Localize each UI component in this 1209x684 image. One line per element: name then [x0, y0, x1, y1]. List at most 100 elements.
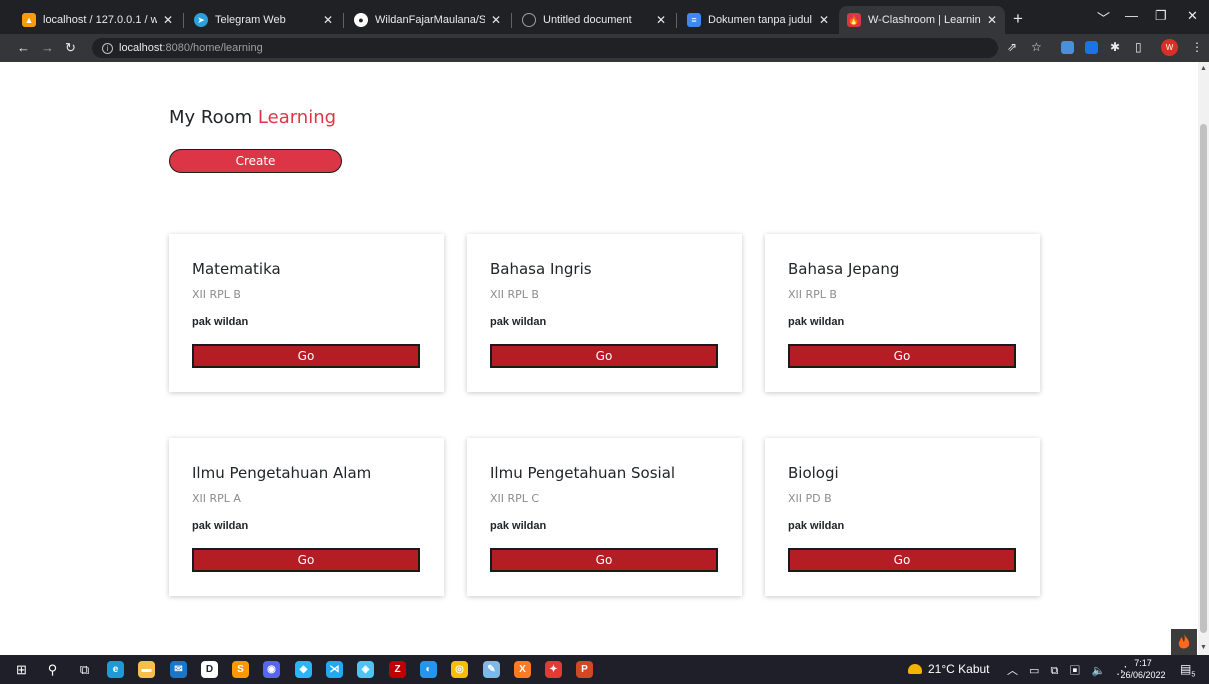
chrome-icon[interactable]: ◎	[451, 661, 468, 678]
taskbar-clock[interactable]: 7:17 26/06/2022	[1118, 657, 1168, 681]
class-teacher: pak wildan	[192, 316, 249, 328]
class-name: XII RPL B	[490, 288, 539, 301]
create-button[interactable]: Create	[169, 149, 342, 173]
weather-text: 21°C Kabut	[928, 662, 990, 676]
class-subject: Biologi	[788, 464, 839, 482]
go-button[interactable]: Go	[192, 344, 420, 368]
extension-docs-icon[interactable]	[1085, 41, 1098, 54]
tab-phpmyadmin[interactable]: ▲ localhost / 127.0.0.1 / w-cla ✕	[14, 6, 181, 34]
class-subject: Ilmu Pengetahuan Alam	[192, 464, 372, 482]
fire-logo-button[interactable]	[1171, 629, 1197, 655]
github-icon: ●	[354, 13, 368, 27]
docker-icon[interactable]: ◐	[420, 661, 437, 678]
page-title-accent: Learning	[257, 107, 337, 128]
site-info-icon[interactable]: i	[102, 42, 113, 54]
class-subject: Bahasa Ingris	[490, 260, 592, 278]
class-card-bahasa-jepang: Bahasa Jepang XII RPL B pak wildan Go	[765, 234, 1040, 392]
minimize-icon[interactable]: —	[1125, 8, 1138, 23]
close-icon[interactable]: ✕	[163, 13, 173, 27]
back-icon[interactable]: ←	[17, 40, 30, 56]
weather-cloud-sun-icon	[908, 664, 922, 674]
search-icon[interactable]: ⚲	[44, 661, 61, 678]
windows-taskbar: ⊞ ⚲ ⧉ e ▬ ✉ D S ◉ ◆ ⋊ ◈ Z ◐ ◎ ✎ X ✦ P 21°C Kabut ︿ ▭ ⧉ ▣ 🔈…	[0, 655, 1209, 684]
phpmyadmin-icon: ▲	[22, 13, 36, 27]
powerpoint-icon[interactable]: P	[576, 661, 593, 678]
class-teacher: pak wildan	[490, 520, 547, 532]
browser-toolbar: ← → ↻ i localhost:8080/home/learning ⇗ ☆…	[0, 34, 1209, 62]
tab-search-icon[interactable]: ﹀	[1097, 8, 1110, 27]
bookmark-star-icon[interactable]: ☆	[1031, 40, 1042, 54]
extensions-puzzle-icon[interactable]: ✱	[1110, 40, 1120, 54]
window-close-icon[interactable]: ✕	[1187, 8, 1198, 24]
filezilla-icon[interactable]: Z	[389, 661, 406, 678]
close-icon[interactable]: ✕	[819, 13, 829, 27]
tab-google-docs[interactable]: ≡ Dokumen tanpa judul - Go ✕	[679, 6, 837, 34]
go-button[interactable]: Go	[192, 548, 420, 572]
file-explorer-icon[interactable]: ▬	[138, 661, 155, 678]
tab-github[interactable]: ● WildanFajarMaulana/SEVIM ✕	[346, 6, 509, 34]
class-name: XII RPL B	[788, 288, 837, 301]
task-view-icon[interactable]: ⧉	[76, 661, 93, 678]
side-panel-icon[interactable]: ▯	[1135, 40, 1142, 54]
vscode-icon[interactable]: ⋊	[326, 661, 343, 678]
menu-kebab-icon[interactable]: ⋮	[1191, 40, 1203, 54]
extension-translate-icon[interactable]	[1061, 41, 1074, 54]
tab-telegram[interactable]: ➤ Telegram Web ✕	[186, 6, 341, 34]
go-button[interactable]: Go	[490, 344, 718, 368]
class-subject: Matematika	[192, 260, 281, 278]
share-icon[interactable]: ⇗	[1007, 40, 1017, 54]
git-icon[interactable]: ◈	[357, 661, 374, 678]
class-card-bahasa-ingris: Bahasa Ingris XII RPL B pak wildan Go	[467, 234, 742, 392]
url-path: :8080/home/learning	[162, 42, 263, 54]
go-button[interactable]: Go	[788, 344, 1016, 368]
sublime-text-icon[interactable]: S	[232, 661, 249, 678]
dart-icon[interactable]: ◆	[295, 661, 312, 678]
clock-date: 26/06/2022	[1120, 670, 1166, 680]
tab-w-clashroom[interactable]: 🔥 W-Clashroom | Learning ✕	[839, 6, 1005, 34]
class-teacher: pak wildan	[490, 316, 547, 328]
browser-tab-bar: ▲ localhost / 127.0.0.1 / w-cla ✕ ➤ Tele…	[0, 0, 1209, 34]
w-clashroom-fire-icon: 🔥	[847, 13, 861, 27]
notepad-icon[interactable]: ✎	[483, 661, 500, 678]
windows-start-icon[interactable]: ⊞	[13, 661, 30, 678]
tab-separator	[343, 13, 344, 28]
go-button[interactable]: Go	[490, 548, 718, 572]
mail-icon[interactable]: ✉	[170, 661, 187, 678]
close-icon[interactable]: ✕	[491, 13, 501, 27]
reload-icon[interactable]: ↻	[65, 40, 76, 56]
system-tray-icons[interactable]: ︿ ▭ ⧉ ▣ 🔈 ⋰	[1007, 662, 1131, 678]
tab-separator	[511, 13, 512, 28]
app-icon[interactable]: ✦	[545, 661, 562, 678]
class-name: XII RPL B	[192, 288, 241, 301]
google-docs-icon: ≡	[687, 13, 701, 27]
telegram-icon: ➤	[194, 13, 208, 27]
close-icon[interactable]: ✕	[656, 13, 666, 27]
clock-time: 7:17	[1134, 658, 1152, 668]
class-teacher: pak wildan	[788, 316, 845, 328]
scrollbar-thumb[interactable]	[1200, 124, 1207, 633]
maximize-icon[interactable]: ❐	[1155, 8, 1167, 24]
page-scrollbar[interactable]: ▲ ▼	[1198, 62, 1209, 655]
scroll-down-icon[interactable]: ▼	[1200, 644, 1207, 651]
weather-widget[interactable]: 21°C Kabut	[908, 662, 990, 676]
scroll-up-icon[interactable]: ▲	[1200, 65, 1207, 72]
class-card-biologi: Biologi XII PD B pak wildan Go	[765, 438, 1040, 596]
url-host: localhost	[119, 42, 163, 54]
close-icon[interactable]: ✕	[323, 13, 333, 27]
address-bar[interactable]: i localhost:8080/home/learning	[92, 38, 998, 58]
new-tab-button[interactable]: +	[1013, 10, 1023, 27]
class-subject: Bahasa Jepang	[788, 260, 900, 278]
tab-untitled-document[interactable]: Untitled document ✕	[514, 6, 674, 34]
go-button[interactable]: Go	[788, 548, 1016, 572]
close-icon[interactable]: ✕	[987, 13, 997, 27]
class-name: XII RPL C	[490, 492, 540, 505]
discord-icon[interactable]: ◉	[263, 661, 280, 678]
profile-avatar[interactable]: W	[1161, 39, 1178, 56]
edge-icon[interactable]: e	[107, 661, 124, 678]
xampp-icon[interactable]: X	[514, 661, 531, 678]
forward-icon[interactable]: →	[41, 40, 54, 56]
class-card-ipa: Ilmu Pengetahuan Alam XII RPL A pak wild…	[169, 438, 444, 596]
dell-icon[interactable]: D	[201, 661, 218, 678]
tab-separator	[676, 13, 677, 28]
notification-center-icon[interactable]: ▤5	[1180, 662, 1195, 678]
